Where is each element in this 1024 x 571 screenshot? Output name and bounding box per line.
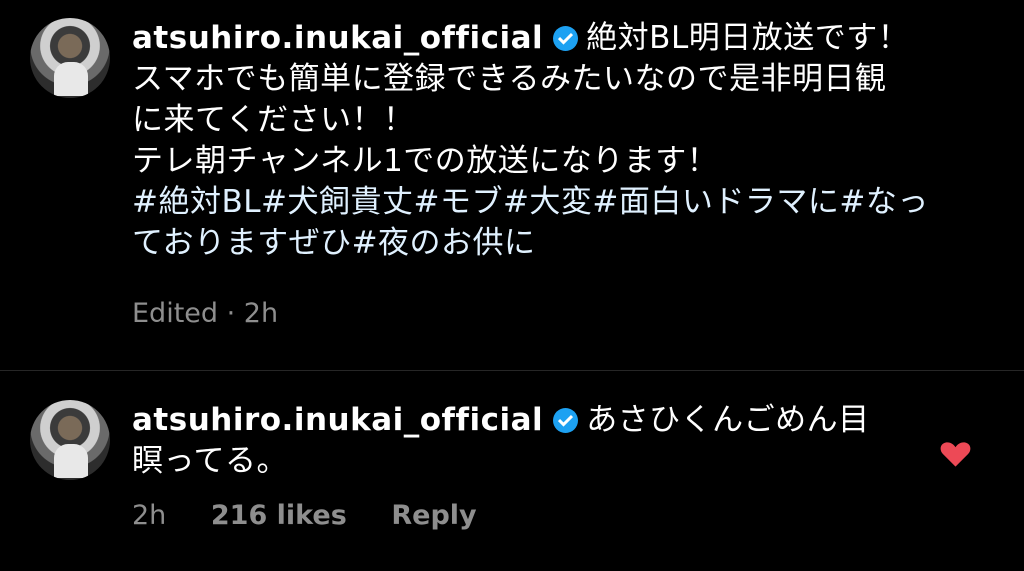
avatar[interactable] [30,18,110,98]
caption-line-2: スマホでも簡単に登録できるみたいなので是非明日観 [132,61,887,97]
heart-icon[interactable] [940,440,971,468]
verified-badge-icon [553,26,579,51]
reply-button[interactable]: Reply [391,500,476,531]
likes-count[interactable]: 216 likes [211,500,347,531]
caption-text: atsuhiro.inukai_official 絶対BL明日放送です！ スマホで… [132,18,1002,264]
divider [0,370,1024,371]
username-link[interactable]: atsuhiro.inukai_official [132,20,543,56]
caption-line-3: に来てください！！ [132,102,415,138]
caption-line-4: テレ朝チャンネル1での放送になります！ [132,143,719,179]
comment-text: atsuhiro.inukai_official あさひくんごめん目 瞑ってる。 [132,400,1002,482]
caption-line-6[interactable]: ておりますぜひ#夜のお供に [132,225,536,261]
comment-meta: 2h 216 likes Reply [132,500,477,531]
verified-badge-icon [553,408,579,433]
comment-line-1: あさひくんごめん目 [586,402,870,438]
caption-meta: Edited · 2h [132,298,279,329]
username-link[interactable]: atsuhiro.inukai_official [132,402,543,438]
comment-line-2: 瞑ってる。 [132,443,288,479]
caption-line-5[interactable]: #絶対BL#犬飼貴丈#モブ#大変#面白いドラマに#なっ [132,184,929,220]
comment-time: 2h [132,500,167,531]
avatar[interactable] [30,400,110,480]
caption-line-1: 絶対BL明日放送です！ [586,20,910,56]
